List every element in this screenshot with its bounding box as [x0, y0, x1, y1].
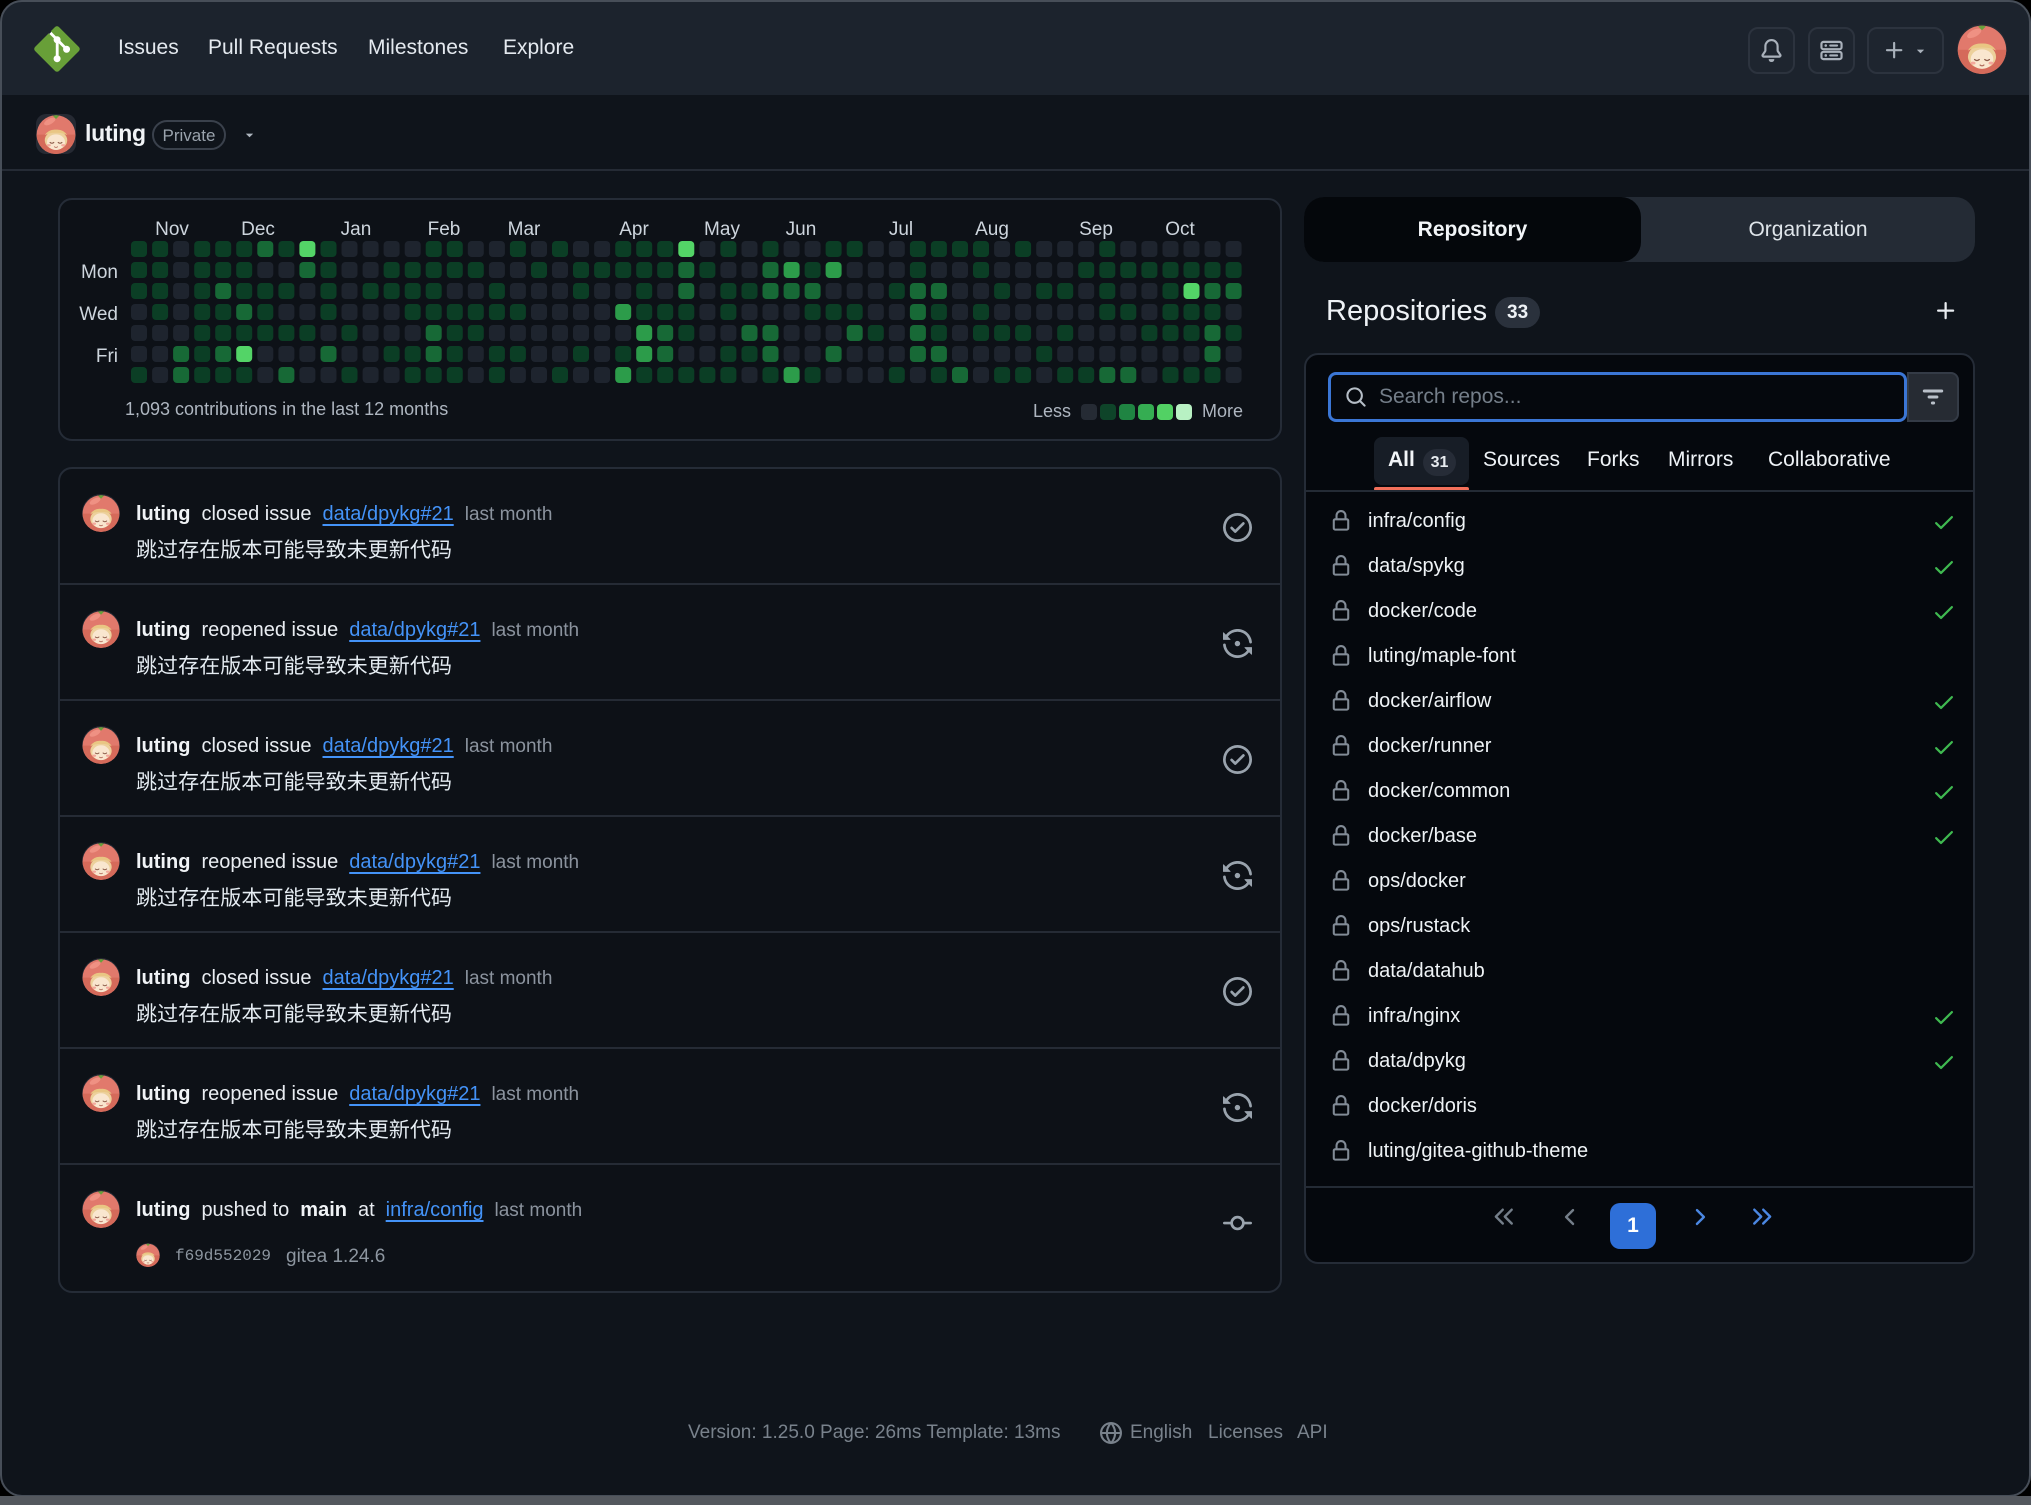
svg-text:Mar: Mar [508, 219, 541, 240]
svg-text:Mon: Mon [81, 262, 118, 283]
svg-text:Fri: Fri [96, 346, 118, 367]
svg-text:Oct: Oct [1165, 219, 1195, 240]
svg-text:Sep: Sep [1079, 219, 1113, 240]
svg-text:Feb: Feb [428, 219, 461, 240]
svg-text:Jan: Jan [341, 219, 372, 240]
svg-text:Nov: Nov [155, 219, 189, 240]
svg-text:Aug: Aug [975, 219, 1009, 240]
svg-text:Jul: Jul [889, 219, 913, 240]
svg-text:Jun: Jun [786, 219, 817, 240]
svg-text:Apr: Apr [619, 219, 649, 240]
svg-text:May: May [704, 219, 740, 240]
svg-text:Dec: Dec [241, 219, 275, 240]
svg-text:Wed: Wed [79, 304, 118, 325]
